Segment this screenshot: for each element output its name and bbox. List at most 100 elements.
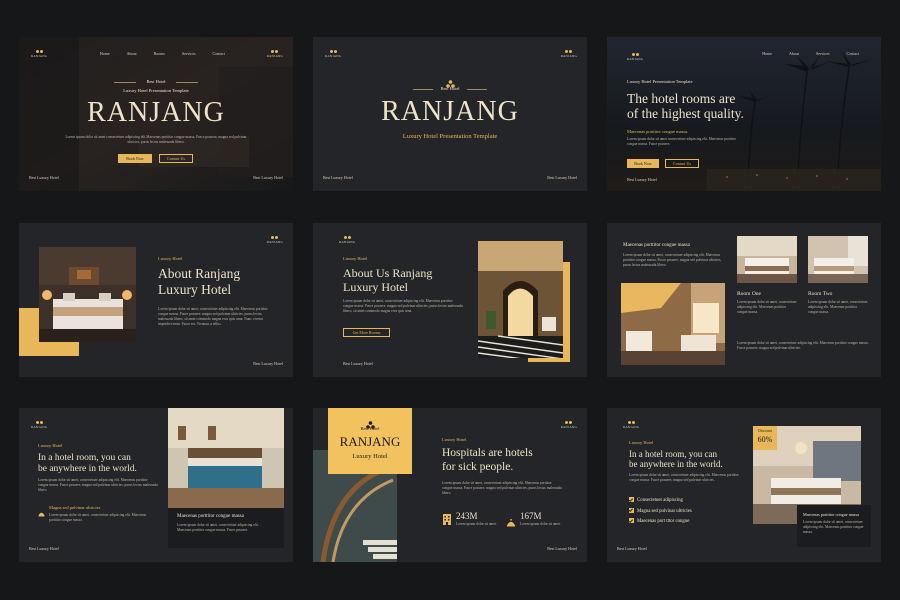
body-text: Lorem ipsum dolor sit amet, consectetuer… [629,473,739,482]
footer-left: Best Luxury Hotel [323,175,353,180]
slide-cover-hero[interactable]: RANJANG Home About Rooms Services Contac… [19,37,293,191]
divider-right [176,82,198,83]
top-nav: Home About Rooms Services Contact [100,51,225,56]
slide-hospitals[interactable]: Best Hotel RANJANG Luxury Hotel RANJANG … [313,408,587,562]
hotel-logo-icon [271,234,279,239]
slide-rooms[interactable]: Maecenas porttitor congue massa Lorem ip… [607,223,881,377]
building-icon [442,512,452,525]
divider-right [467,89,487,90]
brand-logo-right[interactable]: RANJANG [561,48,577,58]
footer-right: Best Luxury Hotel [547,175,577,180]
nav-services[interactable]: Services [816,51,830,56]
check-item: Maecenas port tttor congue [629,517,692,528]
suite-photo [621,283,725,365]
kicker: Luxury Hotel [158,256,183,261]
body-text: Lorem ipsum dolor sit amet consectetuer … [627,137,736,146]
kicker: Luxury Hotel [343,256,368,261]
stat-one-value: 243M [456,511,478,521]
discount-label: Discount [758,429,772,433]
brand-logo-right[interactable]: RANJANG [267,234,283,244]
slide-about-us[interactable]: RANJANG Luxury Hotel About Us Ranjang Lu… [313,223,587,377]
slide-about[interactable]: RANJANG Luxury Hotel About Ranjang Luxur… [19,223,293,377]
brand-logo[interactable]: RANJANG [31,48,47,58]
room-two-photo [808,236,868,283]
brand-logo[interactable]: RANJANG [31,419,47,429]
book-now-button[interactable]: Book Now [627,159,659,168]
nav-home[interactable]: Home [762,51,772,56]
check-icon [629,497,634,503]
hotel-logo-icon [565,48,573,53]
hero-subtitle: Luxury Hotel Presentation Template [123,88,189,93]
stat-two-value: 167M [520,511,542,521]
brand-logo[interactable]: RANJANG [623,419,639,429]
check-icon [629,507,634,513]
caption-body: Lorem ipsum dolor sit amet, consectetuer… [803,520,864,534]
kicker: Luxury Hotel [629,440,654,445]
brand-logo[interactable]: RANJANG [325,48,341,58]
headline-line1: About Us Ranjang [343,266,433,280]
hotel-logo-icon [329,48,337,53]
brand-logo[interactable]: RANJANG [339,234,355,244]
slide-quality[interactable]: RANJANG Home About Services Contact Luxu… [607,37,881,191]
headline-line2: be anywhere in the world. [629,459,723,469]
kicker: Luxury Hotel [38,443,63,448]
check-item: Magna sed pulvinar ultricies [629,507,692,518]
caption-title: Maecenas porttitor congue massa [177,514,244,519]
brand-logo[interactable]: RANJANG [627,51,643,61]
headline-line2: for sick people. [442,461,514,473]
hotel-logo-icon [627,419,635,424]
nav-home[interactable]: Home [100,51,110,56]
stat-one-body: Lorem ipsum dolor sit amet. [456,522,497,526]
badge-text: Best Hotel [440,86,460,91]
check-icon [629,518,634,524]
footer-left: Best Luxury Hotel [617,546,647,551]
headline-line2: be anywhere in the world. [38,464,137,474]
caption-title: Maecenas porttitor congue massa [803,512,859,517]
room-one-title: Room One [737,291,761,297]
footer-right: Best Luxury Hotel [253,175,283,180]
cover-title: RANJANG [381,96,519,127]
kicker: Luxury Hotel Presentation Template [627,79,693,84]
body-text: Lorem ipsum dolor sit amet, consectetuer… [158,307,268,326]
card-badge: Best Hotel [360,426,380,431]
subheading: Maecenas porttitor congue massa. [627,129,689,134]
headline-line1: In a hotel room, you can [629,449,717,459]
slide-discount[interactable]: RANJANG Luxury Hotel In a hotel room, yo… [607,408,881,562]
bedroom-photo [39,247,136,342]
hero-body: Lorem ipsum dolor sit amet consectetuer … [65,135,247,144]
room-two-title: Room Two [808,291,833,297]
brand-logo-right[interactable]: RANJANG [267,48,283,58]
nav-services[interactable]: Services [182,51,196,56]
footer-right: Best Luxury Hotel [547,546,577,551]
book-now-button[interactable]: Book Now [118,154,152,163]
get-more-rooms-button[interactable]: Get More Rooms [343,328,390,337]
check-list: Consectetuer adipiscing Magna sed pulvin… [629,496,692,528]
footer-left: Best Luxury Hotel [627,177,657,182]
body-text: Lorem ipsum dolor sit amet, consectetuer… [442,481,562,495]
contact-us-button[interactable]: Contact Us [665,159,699,168]
nav-about[interactable]: About [789,51,799,56]
room-one-body: Lorem ipsum dolor sit amet, consectetuer… [737,300,797,314]
section-title: Maecenas porttitor congue massa [623,243,690,248]
nav-contact[interactable]: Contact [847,51,859,56]
card-subtitle: Luxury Hotel [352,453,388,460]
body-text: Lorem ipsum dolor sit amet, consectetuer… [343,299,463,313]
hotel-logo-icon [343,234,351,239]
hotel-logo-icon [35,48,43,53]
caption-body: Lorem ipsum dolor sit amet, consectetuer… [177,523,259,532]
contact-us-button[interactable]: Contact Us [159,154,193,163]
room-one-photo [737,236,797,283]
center-logo-mark [366,416,375,429]
headline-line2: of the highest quality. [627,106,744,121]
hotel-logo-icon [565,419,573,424]
nav-contact[interactable]: Contact [213,51,225,56]
slide-anywhere[interactable]: RANJANG Luxury Hotel In a hotel room, yo… [19,408,293,562]
footer-left: Best Luxury Hotel [29,546,59,551]
brand-logo-right[interactable]: RANJANG [561,419,577,429]
nav-rooms[interactable]: Rooms [154,51,165,56]
headline-line1: Hospitals are hotels [442,447,533,459]
nav-about[interactable]: About [127,51,137,56]
stat-two-body: Lorem ipsum dolor sit amet. [520,522,561,526]
slide-title[interactable]: RANJANG RANJANG Best Hotel RANJANG Luxur… [313,37,587,191]
discount-value: 60% [757,435,773,444]
